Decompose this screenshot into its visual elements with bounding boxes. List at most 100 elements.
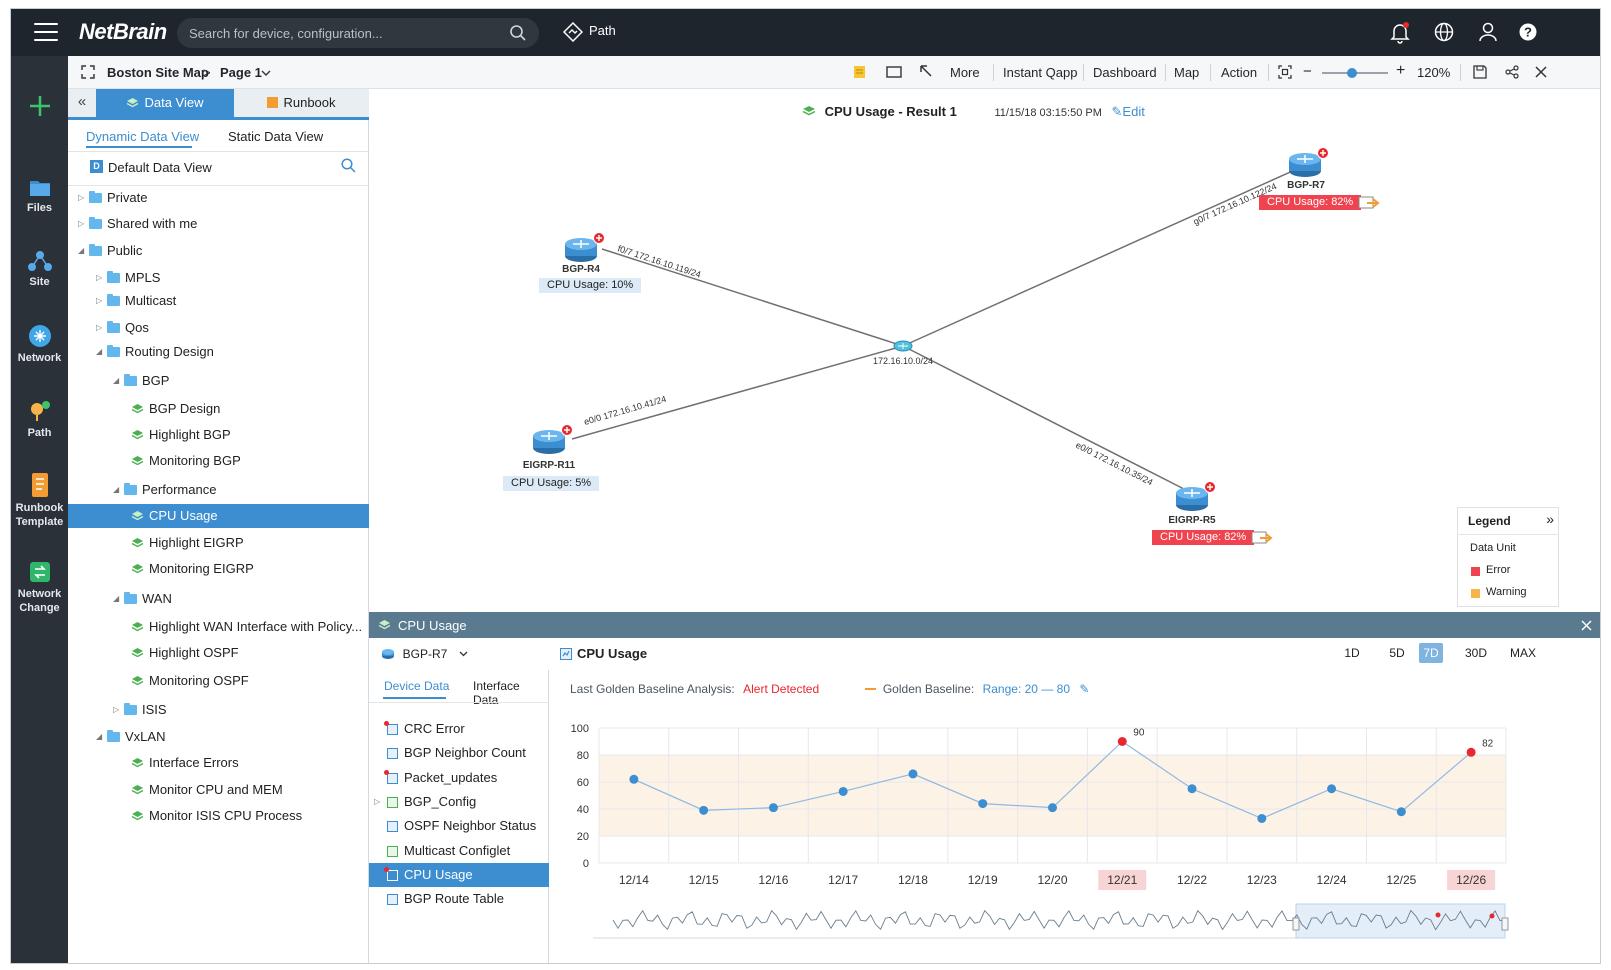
close-icon[interactable] [1535,66,1547,78]
expanded-icon[interactable]: ◢ [113,587,123,611]
edit-baseline-icon[interactable]: ✎ [1079,682,1089,696]
rail-site[interactable]: Site [11,250,68,289]
tree-item[interactable]: Monitor CPU and MEM [68,778,369,802]
link-bgp-r4[interactable] [601,248,904,347]
range-30d[interactable]: 30D [1461,643,1491,663]
tree-folder[interactable]: ▷ ISIS [68,698,369,722]
data-list-item[interactable]: BGP Route Table [369,887,549,911]
data-point[interactable] [838,786,848,796]
device-eigrp-r11[interactable] [532,424,576,461]
range-max[interactable]: MAX [1506,643,1540,663]
data-point[interactable] [1327,784,1337,794]
tree-folder[interactable]: ◢ WAN [68,587,369,611]
tree-item[interactable]: Highlight BGP [68,423,369,447]
tree-item[interactable]: Highlight EIGRP [68,531,369,555]
device-bgp-r7[interactable] [1288,147,1332,184]
rectangle-tool-icon[interactable] [886,66,902,78]
collapsed-icon[interactable]: ▷ [96,289,106,313]
data-point[interactable] [978,799,988,809]
tree-folder[interactable]: ◢ VxLAN [68,725,369,749]
add-button[interactable] [11,94,68,121]
tree-folder[interactable]: ▷ Shared with me [68,212,369,236]
alert-point[interactable] [1466,747,1476,757]
pointer-icon[interactable] [919,64,933,78]
data-point[interactable] [1257,813,1267,823]
collapsed-icon[interactable]: ▷ [78,186,88,210]
data-list-item[interactable]: BGP Neighbor Count [369,741,549,765]
tree-folder[interactable]: ▷ MPLS [68,266,369,290]
link-bgp-r7[interactable] [902,168,1298,347]
rail-network[interactable]: Network [11,324,68,365]
toolbar-more[interactable]: More [950,65,980,80]
rail-files[interactable]: Files [11,176,68,215]
collapsed-icon[interactable]: ▷ [78,212,88,236]
tree-item[interactable]: Highlight WAN Interface with Policy... [68,615,369,639]
zoom-in-icon[interactable]: + [1396,62,1405,80]
subtab-dynamic-data-view[interactable]: Dynamic Data View [86,129,199,144]
default-data-view[interactable]: Default Data View [108,160,212,175]
data-point[interactable] [629,774,639,784]
zoom-out-icon[interactable]: − [1303,63,1312,80]
rail-runbook-template[interactable]: Runbook Template [11,472,68,529]
tree-item[interactable]: Interface Errors [68,751,369,775]
fit-to-screen-icon[interactable] [1278,65,1292,79]
tree-folder[interactable]: ▷ Private [68,186,369,210]
data-list-item[interactable]: Multicast Configlet [369,839,549,863]
tree-folder[interactable]: ◢ Performance [68,478,369,502]
data-point[interactable] [1048,803,1057,813]
tab-runbook[interactable]: Runbook [234,89,369,117]
rail-path[interactable]: Path [11,399,68,440]
tree-folder[interactable]: ▷ Qos [68,316,369,340]
navigator-handle-left[interactable] [1292,917,1300,931]
alert-arrow-icon[interactable] [1358,196,1380,210]
save-icon[interactable] [1473,65,1487,79]
help-icon[interactable]: ? [1518,22,1538,45]
tree-item[interactable]: CPU Usage [68,504,369,528]
navigator-window[interactable] [1295,903,1506,939]
chevron-down-icon[interactable] [261,70,271,77]
expanded-icon[interactable]: ◢ [113,478,123,502]
toolbar-dashboard[interactable]: Dashboard [1093,65,1157,80]
range-5d[interactable]: 5D [1385,643,1409,663]
tree-item[interactable]: Monitoring EIGRP [68,557,369,581]
range-1d[interactable]: 1D [1340,643,1364,663]
search-icon[interactable] [341,158,356,173]
link-eigrp-r11[interactable] [571,345,904,440]
fullscreen-icon[interactable] [81,65,95,79]
search-icon[interactable] [509,24,527,42]
tree-item[interactable]: Monitoring BGP [68,449,369,473]
toolbar-instant-qapp[interactable]: Instant Qapp [1003,65,1077,80]
navigator-handle-right[interactable] [1501,917,1509,931]
data-point[interactable] [699,805,709,815]
alert-arrow-icon[interactable] [1251,531,1273,545]
tab-data-view[interactable]: Data View [96,89,234,117]
tree-folder[interactable]: ◢ Routing Design [68,340,369,364]
expanded-icon[interactable]: ◢ [113,369,123,393]
data-point[interactable] [1187,784,1197,794]
note-icon[interactable] [853,65,866,79]
rail-network-change[interactable]: Network Change [11,560,68,615]
data-point[interactable] [908,769,918,779]
device-eigrp-r5[interactable] [1175,481,1219,518]
collapsed-icon[interactable]: ▷ [113,698,123,722]
data-list-item[interactable]: ▷ BGP_Config [369,790,549,814]
expanded-icon[interactable]: ◢ [96,725,106,749]
subtab-static-data-view[interactable]: Static Data View [228,129,323,144]
user-icon[interactable] [1478,22,1498,45]
baseline-range[interactable]: Range: 20 — 80 [983,682,1070,696]
alert-point[interactable] [1117,737,1127,746]
globe-icon[interactable] [1434,22,1454,45]
data-list-item[interactable]: OSPF Neighbor Status [369,814,549,838]
data-point[interactable] [768,803,778,813]
path-button[interactable]: Path [562,21,616,45]
zoom-slider-handle[interactable] [1346,68,1357,78]
data-list-item[interactable]: CPU Usage [369,862,549,887]
tree-item[interactable]: Monitor ISIS CPU Process [68,804,369,828]
tree-folder[interactable]: ▷ Multicast [68,289,369,313]
tree-item[interactable]: Monitoring OSPF [68,669,369,693]
breadcrumb-page[interactable]: Page 1 [220,65,262,80]
toolbar-action[interactable]: Action [1221,65,1257,80]
tree-item[interactable]: Highlight OSPF [68,641,369,665]
map-canvas[interactable]: CPU Usage - Result 1 11/15/18 03:15:50 P… [369,89,1600,612]
expanded-icon[interactable]: ◢ [96,340,106,364]
